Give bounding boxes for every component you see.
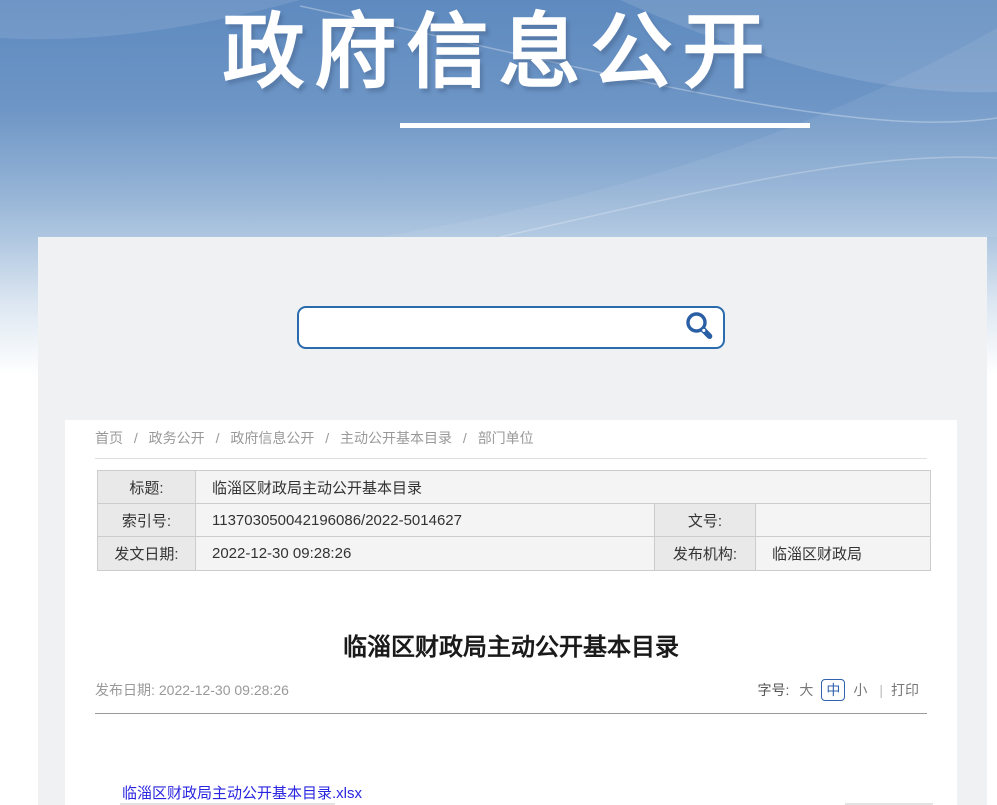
font-size-large-button[interactable]: 大 [799,680,813,700]
publish-date-label: 发布日期: [95,682,155,698]
breadcrumb-item-zhengwu[interactable]: 政务公开 [149,430,205,446]
info-value-docnum [756,504,931,537]
breadcrumb-separator: / [134,430,138,446]
table-row: 发文日期: 2022-12-30 09:28:26 发布机构: 临淄区财政局 [98,537,931,571]
breadcrumb-item-xinxigongkai[interactable]: 政府信息公开 [230,430,314,446]
article-panel: 首页 / 政务公开 / 政府信息公开 / 主动公开基本目录 / 部门单位 标题:… [65,420,957,805]
breadcrumb-divider [95,458,927,459]
search-input[interactable] [299,308,683,347]
info-label-date: 发文日期: [98,537,196,571]
article-title: 临淄区财政局主动公开基本目录 [65,627,957,662]
breadcrumb-separator: / [325,430,329,446]
print-button[interactable]: 打印 [891,680,919,700]
font-size-label: 字号: [757,680,789,700]
info-label-index: 索引号: [98,504,196,537]
info-value-date: 2022-12-30 09:28:26 [196,537,655,571]
font-size-small-button[interactable]: 小 [853,680,867,700]
info-value-title: 临淄区财政局主动公开基本目录 [196,471,931,504]
article-meta: 发布日期:2022-12-30 09:28:26 字号: 大 中 小 | 打印 [95,679,919,701]
info-value-agency: 临淄区财政局 [756,537,931,571]
font-size-controls: 字号: 大 中 小 | 打印 [757,679,919,701]
attachment-link-xlsx[interactable]: 临淄区财政局主动公开基本目录.xlsx [122,782,362,803]
banner: 政府信息公开 [0,0,997,237]
info-table: 标题: 临淄区财政局主动公开基本目录 索引号: 1137030500421960… [97,470,931,571]
title-underline [400,123,810,128]
breadcrumb-item-home[interactable]: 首页 [95,430,123,446]
info-label-title: 标题: [98,471,196,504]
info-label-agency: 发布机构: [655,537,756,571]
publish-date-value: 2022-12-30 09:28:26 [159,682,289,698]
search-button[interactable] [683,310,723,345]
publish-date: 发布日期:2022-12-30 09:28:26 [95,680,289,700]
breadcrumb-item-mulu[interactable]: 主动公开基本目录 [340,430,452,446]
article-divider [95,713,927,714]
breadcrumb-separator: / [463,430,467,446]
font-size-medium-button[interactable]: 中 [821,679,845,701]
search-icon [683,310,715,345]
breadcrumb: 首页 / 政务公开 / 政府信息公开 / 主动公开基本目录 / 部门单位 [95,428,534,448]
content-panel: 首页 / 政务公开 / 政府信息公开 / 主动公开基本目录 / 部门单位 标题:… [38,237,987,805]
controls-separator: | [879,682,883,698]
page: 政府信息公开 首页 / 政务公开 [0,0,997,805]
info-value-index: 113703050042196086/2022-5014627 [196,504,655,537]
info-label-docnum: 文号: [655,504,756,537]
search-box [297,306,725,349]
breadcrumb-separator: / [216,430,220,446]
table-row: 索引号: 113703050042196086/2022-5014627 文号: [98,504,931,537]
page-title: 政府信息公开 [0,2,997,105]
table-row: 标题: 临淄区财政局主动公开基本目录 [98,471,931,504]
breadcrumb-item-bumen[interactable]: 部门单位 [478,430,534,446]
